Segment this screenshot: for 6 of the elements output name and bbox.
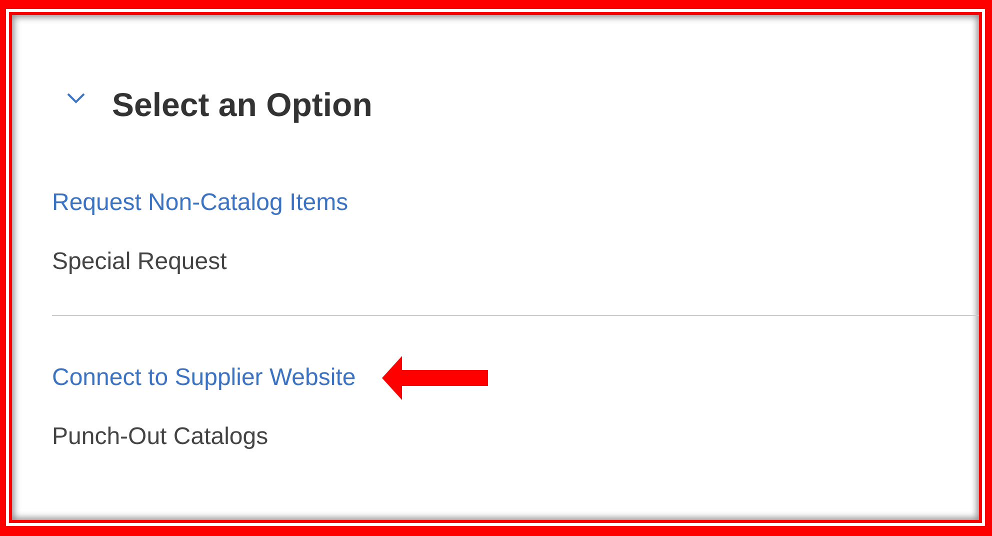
- option-link[interactable]: Connect to Supplier Website: [52, 364, 356, 392]
- option-description: Punch-Out Catalogs: [52, 423, 270, 451]
- chevron-icon[interactable]: [66, 92, 86, 104]
- section-title: Select an Option: [112, 86, 372, 124]
- option-link[interactable]: Request Non-Catalog Items: [52, 189, 348, 217]
- option-description: Special Request: [52, 248, 228, 276]
